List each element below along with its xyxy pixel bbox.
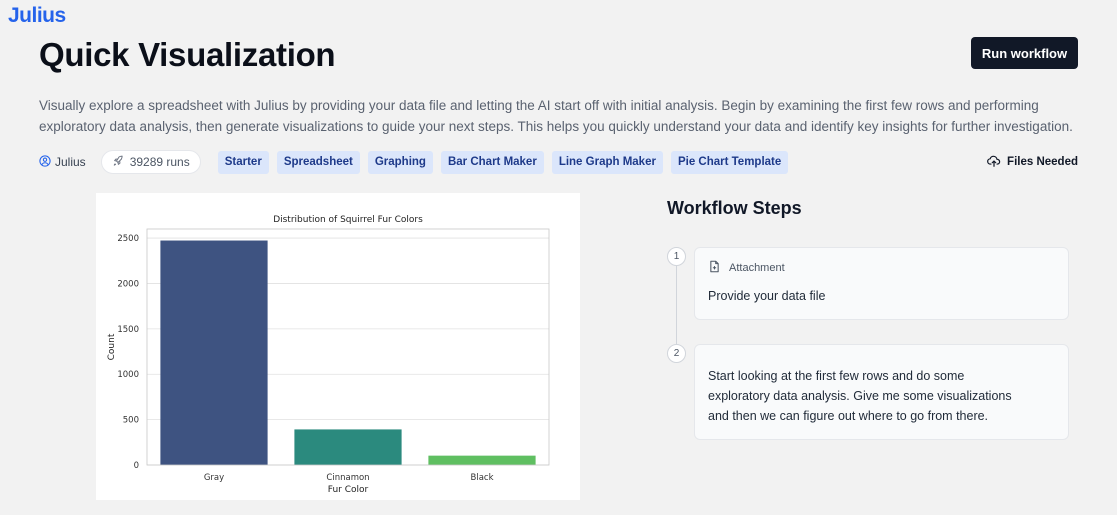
rocket-icon [112,155,124,170]
files-needed-label: Files Needed [1007,156,1078,168]
tag-starter[interactable]: Starter [217,150,269,174]
runs-badge: 39289 runs [100,150,201,174]
step-card-1[interactable]: Attachment Provide your data file [694,247,1069,320]
step-2-line-1: Start looking at the first few rows and … [708,369,965,383]
tag-pie-chart-template[interactable]: Pie Chart Template [670,150,789,174]
bar-black [428,455,536,465]
step-number-1: 1 [667,247,686,266]
page-title: Quick Visualization [39,36,336,73]
x-tick-label: Gray [204,473,224,483]
chart-card: 0 500 1000 1500 2000 2500 Gray Cinnamon Black Dis… [96,193,580,500]
y-tick-label: 0 [134,461,139,471]
step-2-line-2: exploratory data analysis. Give me some … [708,389,1012,403]
tag-graphing[interactable]: Graphing [367,150,433,174]
attachment-label: Attachment [729,262,785,274]
step-number-2: 2 [667,344,686,363]
step-1-text: Provide your data file [708,289,826,303]
step-connector [676,264,677,346]
workflow-description: Visually explore a spreadsheet with Juli… [39,98,1073,134]
attachment-label-row: Attachment [708,260,785,276]
tag-bar-chart-maker[interactable]: Bar Chart Maker [440,150,544,174]
files-needed: Files Needed [987,150,1078,174]
x-tick-label: Black [471,473,494,483]
runs-count: 39289 runs [129,155,190,169]
tag-spreadsheet[interactable]: Spreadsheet [276,150,360,174]
y-tick-label: 500 [123,416,139,426]
bar-gray [160,240,268,465]
chart-title: Distribution of Squirrel Fur Colors [273,215,423,225]
workflow-steps-title: Workflow Steps [667,198,802,218]
cloud-upload-icon [987,154,1001,171]
bar-cinnamon [294,429,402,465]
file-attachment-icon [708,260,721,276]
y-tick-label: 1000 [117,370,139,380]
x-tick-label: Cinnamon [326,473,369,483]
y-tick-label: 2000 [117,279,139,289]
user-circle-icon [39,154,51,170]
step-2-line-3: and then we can figure out where to go f… [708,409,989,423]
author-name: Julius [55,155,86,169]
step-2-text: Start looking at the first few rows and … [708,366,1012,426]
tag-list: Starter Spreadsheet Graphing Bar Chart M… [217,150,789,174]
y-tick-label: 1500 [117,325,139,335]
y-tick-label: 2500 [117,234,139,244]
bar-chart: 0 500 1000 1500 2000 2500 Gray Cinnamon Black Dis… [107,215,550,495]
x-axis-label: Fur Color [328,485,369,495]
julius-logo[interactable]: Julius [8,4,66,28]
author[interactable]: Julius [39,154,86,170]
step-card-2[interactable]: Start looking at the first few rows and … [694,344,1069,440]
run-workflow-button[interactable]: Run workflow [971,37,1078,69]
meta-row: Julius 39289 runs Starter Spreadsheet Gr… [39,150,789,174]
y-axis-label: Count [107,333,117,360]
tag-line-graph-maker[interactable]: Line Graph Maker [551,150,663,174]
